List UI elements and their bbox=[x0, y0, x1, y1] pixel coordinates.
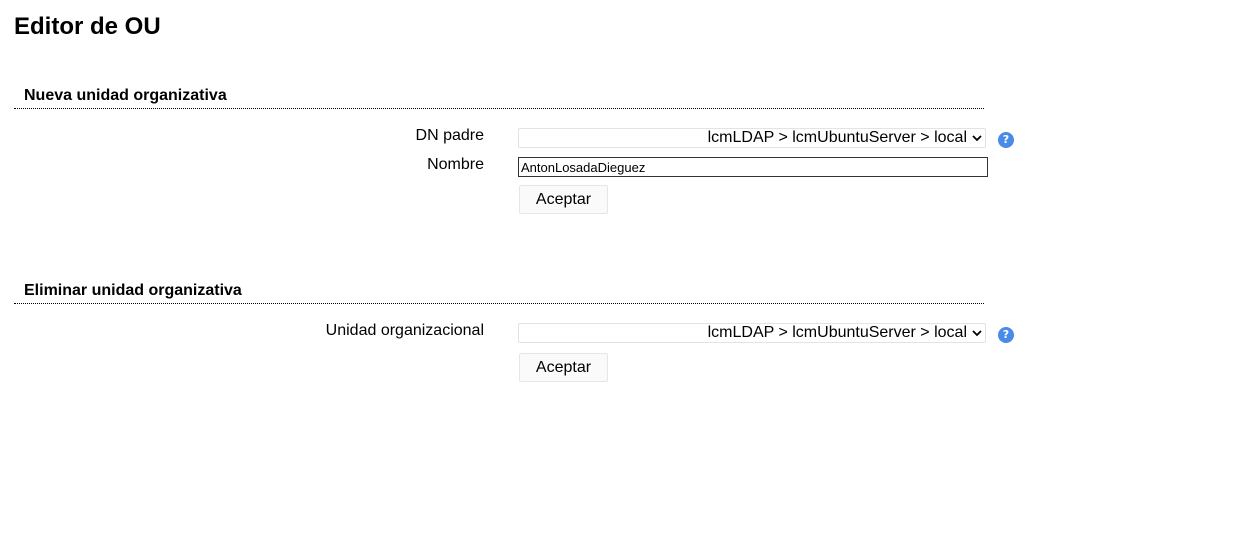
page-title: Editor de OU bbox=[14, 13, 161, 40]
chevron-down-icon bbox=[972, 135, 982, 142]
delete-ou-submit-button[interactable]: Aceptar bbox=[519, 353, 608, 382]
create-ou-submit-button[interactable]: Aceptar bbox=[519, 185, 608, 214]
name-input[interactable] bbox=[518, 157, 988, 177]
ou-select[interactable]: lcmLDAP > lcmUbuntuServer > local bbox=[518, 323, 986, 343]
ou-help-icon[interactable]: ? bbox=[998, 327, 1014, 343]
new-ou-divider bbox=[14, 108, 984, 109]
delete-ou-divider bbox=[14, 303, 984, 304]
name-label: Nombre bbox=[427, 156, 484, 173]
parent-dn-help-icon[interactable]: ? bbox=[998, 132, 1014, 148]
chevron-down-icon bbox=[972, 330, 982, 337]
ou-select-value: lcmLDAP > lcmUbuntuServer > local bbox=[707, 324, 967, 341]
new-ou-section-title: Nueva unidad organizativa bbox=[24, 87, 227, 104]
ou-label: Unidad organizacional bbox=[325, 322, 484, 339]
parent-dn-label: DN padre bbox=[415, 127, 484, 144]
parent-dn-select-value: lcmLDAP > lcmUbuntuServer > local bbox=[707, 129, 967, 146]
delete-ou-section-title: Eliminar unidad organizativa bbox=[24, 282, 242, 299]
parent-dn-select[interactable]: lcmLDAP > lcmUbuntuServer > local bbox=[518, 128, 986, 148]
